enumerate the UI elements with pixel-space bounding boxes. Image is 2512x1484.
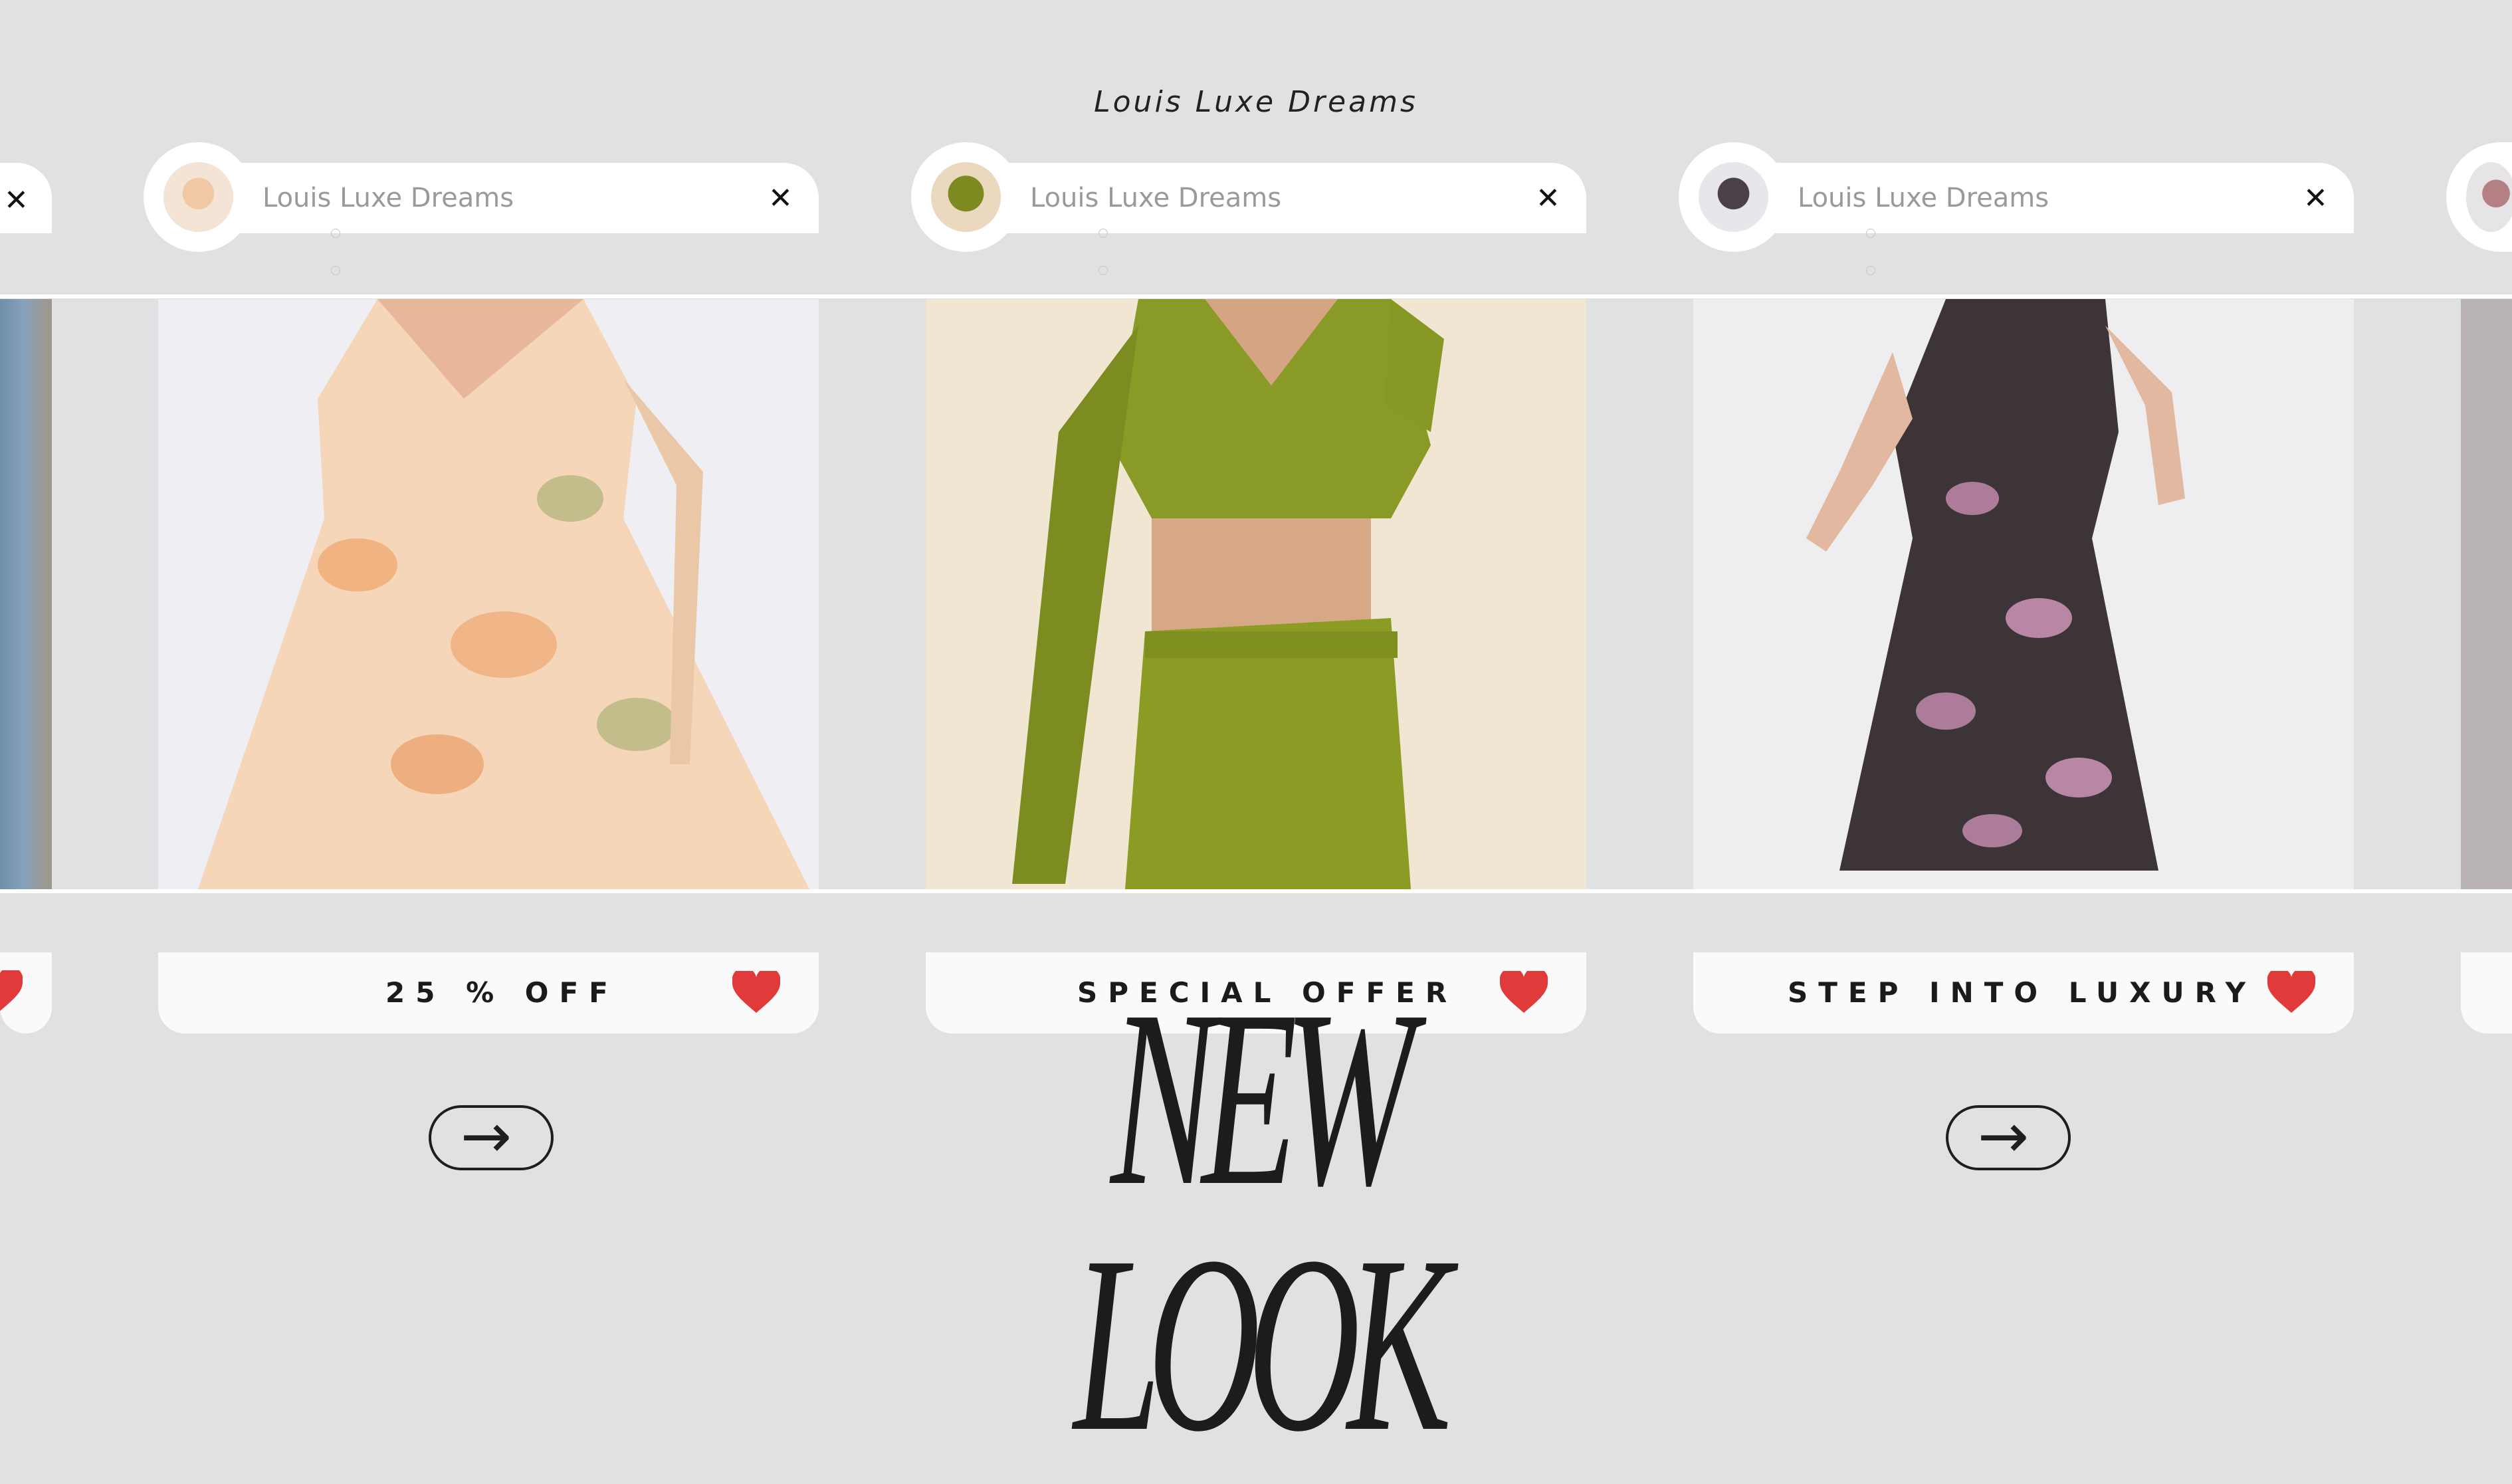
avatar[interactable] (144, 142, 253, 252)
promo-badge-text: STEP INTO LUXURY (1788, 976, 2257, 1009)
avatar[interactable] (911, 142, 1021, 252)
floral-dress-illustration (198, 299, 809, 889)
carousel-dot[interactable] (1866, 229, 1875, 238)
product-image-green-knit-set[interactable] (926, 299, 1586, 889)
partial-product-image-left[interactable] (0, 299, 52, 889)
next-arrow-button[interactable]: → (429, 1101, 554, 1172)
avatar-thumbnail (931, 162, 1001, 232)
promo-badge: STEP INTO LUXURY (1693, 952, 2354, 1033)
partial-badge-right (2461, 952, 2512, 1033)
heart-icon[interactable] (2267, 971, 2315, 1015)
floral-maxi-dress-illustration (1806, 299, 2185, 871)
close-icon[interactable]: ✕ (1536, 184, 1560, 213)
search-pill[interactable]: Louis Luxe Dreams ✕ (1693, 163, 2354, 233)
partial-avatar-right[interactable] (2446, 142, 2512, 252)
search-pill[interactable]: Louis Luxe Dreams ✕ (926, 163, 1586, 233)
promo-badge-text: 25 % OFF (385, 976, 619, 1009)
close-icon[interactable]: ✕ (2303, 184, 2328, 213)
top-divider (0, 294, 2512, 298)
close-icon[interactable]: ✕ (768, 184, 793, 213)
avatar-thumbnail (163, 162, 233, 232)
next-arrow-button[interactable]: → (1946, 1101, 2071, 1172)
carousel-dot[interactable] (1866, 266, 1875, 275)
arrow-right-icon: → (1978, 1101, 2030, 1172)
search-pill[interactable]: Louis Luxe Dreams ✕ (158, 163, 819, 233)
heart-icon[interactable] (0, 970, 23, 1014)
avatar-thumbnail (1699, 162, 1768, 232)
search-pill-label: Louis Luxe Dreams (1798, 183, 2049, 213)
promo-badge: 25 % OFF (158, 952, 819, 1033)
green-knit-set-illustration (1012, 299, 1444, 889)
carousel-dot[interactable] (1099, 266, 1108, 275)
carousel-dot[interactable] (331, 266, 340, 275)
carousel-dot[interactable] (331, 229, 340, 238)
arrow-right-icon: → (461, 1101, 512, 1172)
avatar-thumbnail (2466, 162, 2512, 232)
carousel-dot[interactable] (1099, 229, 1108, 238)
close-icon[interactable]: ✕ (4, 186, 29, 215)
brand-title: Louis Luxe Dreams (1094, 85, 1418, 119)
search-pill-label: Louis Luxe Dreams (262, 183, 514, 213)
bottom-divider (0, 889, 2512, 893)
avatar[interactable] (1679, 142, 1788, 252)
product-image-floral-maxi-dress[interactable] (1693, 299, 2354, 889)
heart-icon[interactable] (732, 971, 780, 1015)
partial-product-image-right[interactable] (2461, 299, 2512, 889)
headline: NEW LOOK (1073, 958, 1451, 1484)
search-pill-label: Louis Luxe Dreams (1030, 183, 1282, 213)
product-image-floral-dress[interactable] (158, 299, 819, 889)
